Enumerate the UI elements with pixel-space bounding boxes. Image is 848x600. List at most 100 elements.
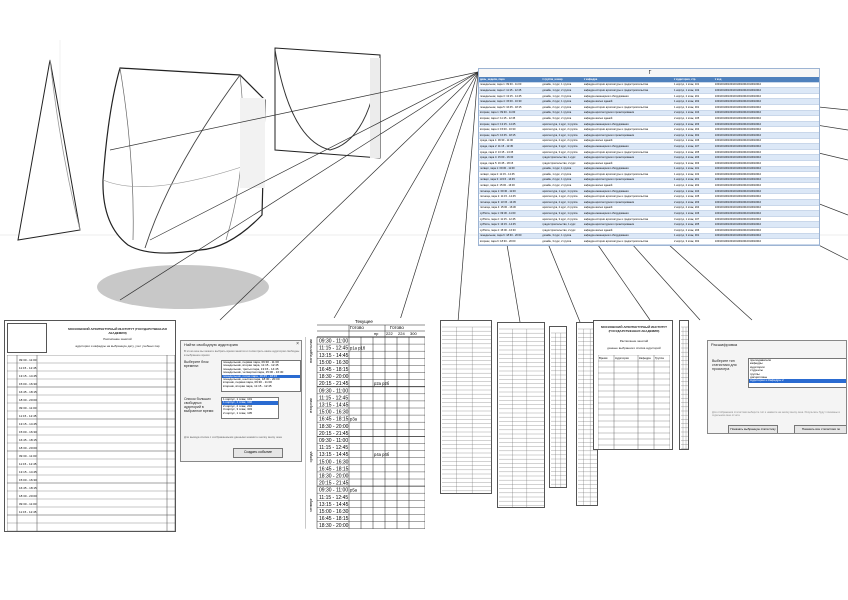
panel-shade (370, 58, 380, 158)
time-cell: 16:45 - 18:15 (319, 516, 349, 522)
grid-sheet: Текущее Готово Готово пр 222 224 300 09:30 - 11… (305, 318, 425, 534)
doc-right-subtitle: Расписание занятий (619, 339, 649, 343)
dialog-note: Для вывода списка с отображаемыми данным… (184, 435, 282, 439)
dialog-hint: В этом окне вы можете выбрать время заня… (184, 349, 300, 357)
time-label: 16:45 - 18:15 (19, 438, 37, 442)
rooms-label: Список больших свободных аудиторий в выб… (184, 397, 215, 413)
doc-right-line: данные выбранного списка аудиторий (607, 346, 661, 350)
time-cell: 11:15 - 12:45 (319, 346, 348, 352)
scene: Г день_недели, пара ▾ группа_номер ▾ кафед… (0, 0, 848, 600)
doc-right-strip-grid (681, 326, 688, 449)
list-item[interactable]: 2 корпус, 1 этаж, 105 (222, 411, 278, 415)
time-label: 13:15 - 14:45 (19, 470, 37, 474)
panel-shape (274, 47, 381, 159)
day-label: четверг (308, 498, 313, 513)
time-cell: 15:00 - 16:30 (319, 360, 349, 366)
doc-right-grid: Время Аудитория Кафедра Группа (597, 354, 671, 449)
time-cell: 13:15 - 14:45 (319, 452, 349, 458)
doc-left-svg: 09:30 - 11:00 11:15 - 12:45 13:15 - 14:45 1… (6, 354, 175, 531)
doc-left-subtitle: Расписание занятий (103, 337, 132, 341)
doc-middle-2 (497, 322, 545, 508)
sub-col-header: 224 (398, 331, 405, 336)
rooms-listbox[interactable]: 1 корпус, 1 этаж, 101 1 корпус, 1 этаж, 1… (221, 397, 279, 419)
time-label: 16:45 - 18:15 (19, 390, 37, 394)
day-label: вторник (308, 398, 313, 413)
cell[interactable]: кафедра архитектурного проектирования (583, 244, 674, 245)
time-cell: 11:15 - 12:45 (319, 495, 348, 501)
time-label: 11:15 - 12:45 (19, 462, 37, 466)
cell[interactable]: 10010010010010010010010010010010 (713, 244, 819, 245)
triangle-shape (17, 59, 81, 241)
time-cell: 20:15 - 21:45 (319, 481, 349, 487)
doc-middle-1-grid (442, 326, 491, 493)
grid-sheet-svg: ТекущееГотово Готовопр 222 224 30009:30 - 11… (305, 319, 425, 529)
doc-left-stamp (7, 323, 47, 353)
doc-middle-3 (549, 326, 567, 488)
time-cell: 18:30 - 20:00 (319, 523, 349, 529)
time-label: 15:00 - 16:30 (19, 430, 37, 434)
time-cell: 13:15 - 14:45 (319, 403, 349, 409)
cell-mark: р2а р2б (374, 381, 390, 386)
time-cell: 11:15 - 12:45 (319, 395, 348, 401)
cell-mark: р1а р1б (350, 346, 366, 351)
cell[interactable]: архитектура, 1 курс, 1 группа (541, 244, 584, 245)
time-label: 16:45 - 18:15 (19, 486, 37, 490)
sub-col-header: 300 (410, 331, 417, 336)
column-header: Аудитория (615, 356, 629, 360)
column-header: Группа (655, 356, 664, 360)
time-cell: 11:15 - 12:45 (319, 445, 348, 451)
day-label: среда (308, 451, 313, 463)
cell-mark: р4а р4б (374, 452, 390, 457)
header-col: Готово (350, 325, 364, 330)
time-label: 13:15 - 14:45 (19, 374, 37, 378)
shadow-ellipse (97, 265, 269, 309)
column-header: Кафедра (639, 356, 651, 360)
table-row: среда, пара 6: 18:30 - 20:00архитектура,… (479, 244, 819, 245)
time-label: 11:15 - 12:45 (19, 414, 37, 418)
report-note: Для отображения статистики выберите тип … (712, 411, 840, 417)
time-cell: 18:30 - 20:00 (319, 474, 349, 480)
time-label: 11:15 - 12:45 (19, 366, 37, 370)
dialog-title: Найти свободную аудиторию (184, 342, 238, 347)
time-cell: 09:30 - 11:00 (319, 339, 348, 345)
list-item[interactable]: вторник, вторая пара, 11:15 - 12:45 (222, 384, 300, 388)
time-label: Выберите блок времени: (184, 360, 209, 368)
time-label: 09:30 - 11:00 (19, 358, 37, 362)
time-cell: 18:30 - 20:00 (319, 424, 349, 430)
cell[interactable]: среда, пара 6: 18:30 - 20:00 (479, 244, 542, 245)
time-cell: 09:30 - 11:00 (319, 388, 348, 394)
spreadsheet-panel: Г день_недели, пара ▾ группа_номер ▾ кафед… (478, 68, 820, 246)
report-title: Расшифровка (711, 342, 738, 347)
time-cell: 18:30 - 20:00 (319, 374, 349, 380)
vault-side-shade (240, 98, 265, 188)
cell-mark: р3а (350, 417, 358, 422)
show-stat-button[interactable]: Показать выбранную статистику (728, 425, 778, 433)
time-cell: 09:30 - 11:00 (319, 438, 348, 444)
time-listbox[interactable]: понедельник, первая пара, 09:30 - 11:00 п… (221, 360, 301, 392)
create-event-button[interactable]: Создать событие (233, 448, 283, 458)
column-header: Время (599, 356, 608, 360)
close-icon[interactable]: × (296, 341, 299, 347)
spreadsheet-title: Г (479, 69, 819, 77)
time-label: 15:00 - 16:30 (19, 478, 37, 482)
time-cell: 13:15 - 14:45 (319, 502, 349, 508)
doc-left-title: МОСКОВСКИЙ АРХИТЕКТУРНЫЙ ИНСТИТУТ (ГОСУД… (68, 327, 167, 335)
find-room-dialog: Найти свободную аудиторию × В этом окне … (180, 340, 302, 462)
day-label: понедельник (308, 339, 313, 363)
list-item[interactable]: Аудитории и Кафедры 2 (749, 379, 846, 383)
time-label: 11:15 - 12:45 (19, 510, 37, 514)
doc-middle-3-grid (551, 332, 566, 487)
report-dialog: Расшифровка Выберите тип статистики для … (707, 340, 847, 434)
doc-middle-2-grid (499, 328, 544, 507)
time-cell: 15:00 - 16:30 (319, 509, 349, 515)
time-cell: 16:45 - 18:15 (319, 367, 349, 373)
report-label: Выберите тип статистики для просмотра (712, 359, 737, 371)
cell[interactable]: 3 корпус, 3 этаж, 303 (673, 244, 714, 245)
time-cell: 20:15 - 21:45 (319, 431, 349, 437)
doc-right-strip (679, 320, 689, 450)
show-all-stat-button[interactable]: Показать все статистики по выбранному ти… (794, 425, 846, 433)
doc-right-svg: Время Аудитория Кафедра Группа (597, 354, 671, 449)
time-label: 18:30 - 20:00 (19, 446, 37, 450)
doc-middle-1 (440, 320, 492, 494)
report-listbox[interactable]: преподаватели кафедры аудитории студенты гру… (748, 358, 846, 388)
